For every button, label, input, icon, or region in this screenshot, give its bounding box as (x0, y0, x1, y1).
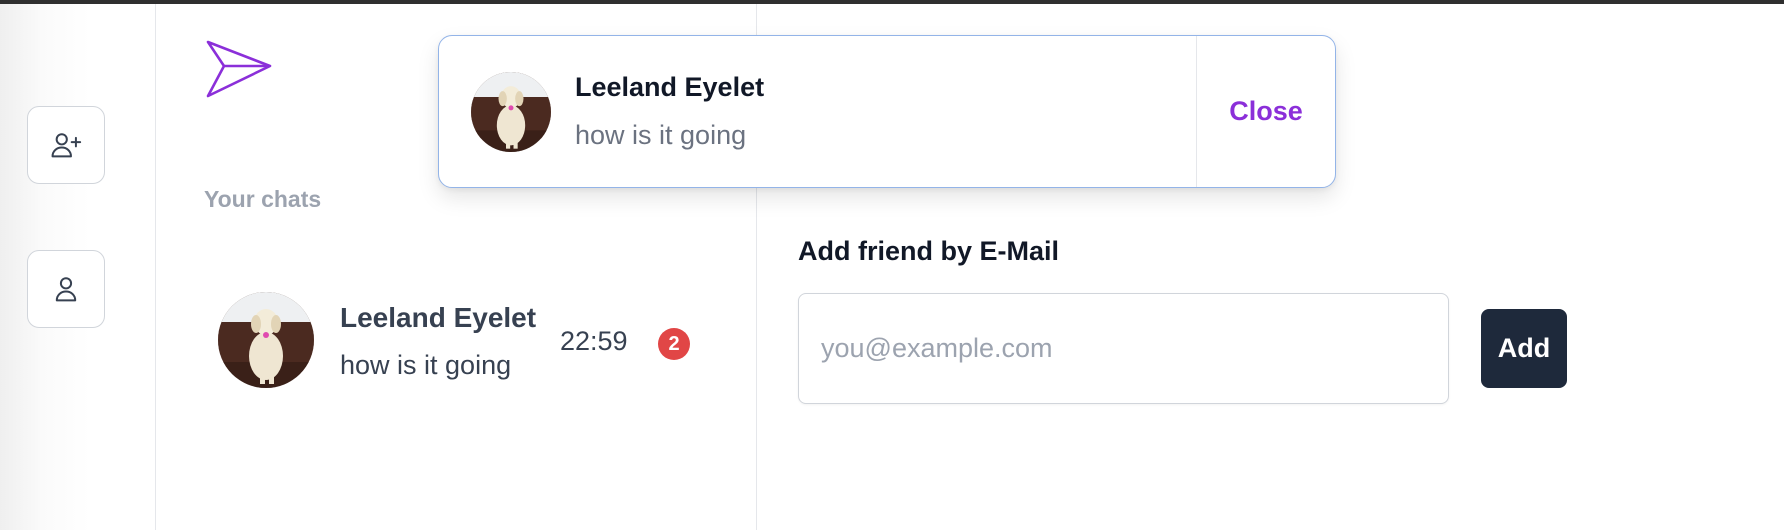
dog-avatar-image (471, 72, 551, 152)
avatar (471, 72, 551, 152)
chat-timestamp: 22:59 (560, 326, 628, 356)
left-rail (0, 4, 156, 530)
toast-message: how is it going (575, 120, 747, 150)
profile-button[interactable] (27, 250, 105, 328)
email-input[interactable] (798, 293, 1449, 404)
add-friend-heading: Add friend by E-Mail (798, 236, 1060, 266)
dog-avatar-image (218, 292, 314, 388)
avatar (218, 292, 314, 388)
message-notification-toast[interactable]: Leeland Eyelet how is it going Close (438, 35, 1336, 188)
user-plus-icon (51, 133, 82, 158)
user-icon (55, 277, 77, 302)
toast-close-button[interactable]: Close (1197, 36, 1335, 187)
add-friend-button[interactable] (27, 106, 105, 184)
your-chats-heading: Your chats (204, 186, 322, 212)
chat-contact-name: Leeland Eyelet (340, 302, 537, 333)
add-button[interactable]: Add (1481, 309, 1567, 388)
chat-list-item[interactable]: Leeland Eyelet how is it going 22:59 2 (218, 292, 718, 392)
toast-sender-name: Leeland Eyelet (575, 72, 765, 102)
paper-plane-icon (206, 40, 272, 98)
chat-last-message: how is it going (340, 350, 512, 380)
unread-count-badge: 2 (658, 328, 690, 360)
